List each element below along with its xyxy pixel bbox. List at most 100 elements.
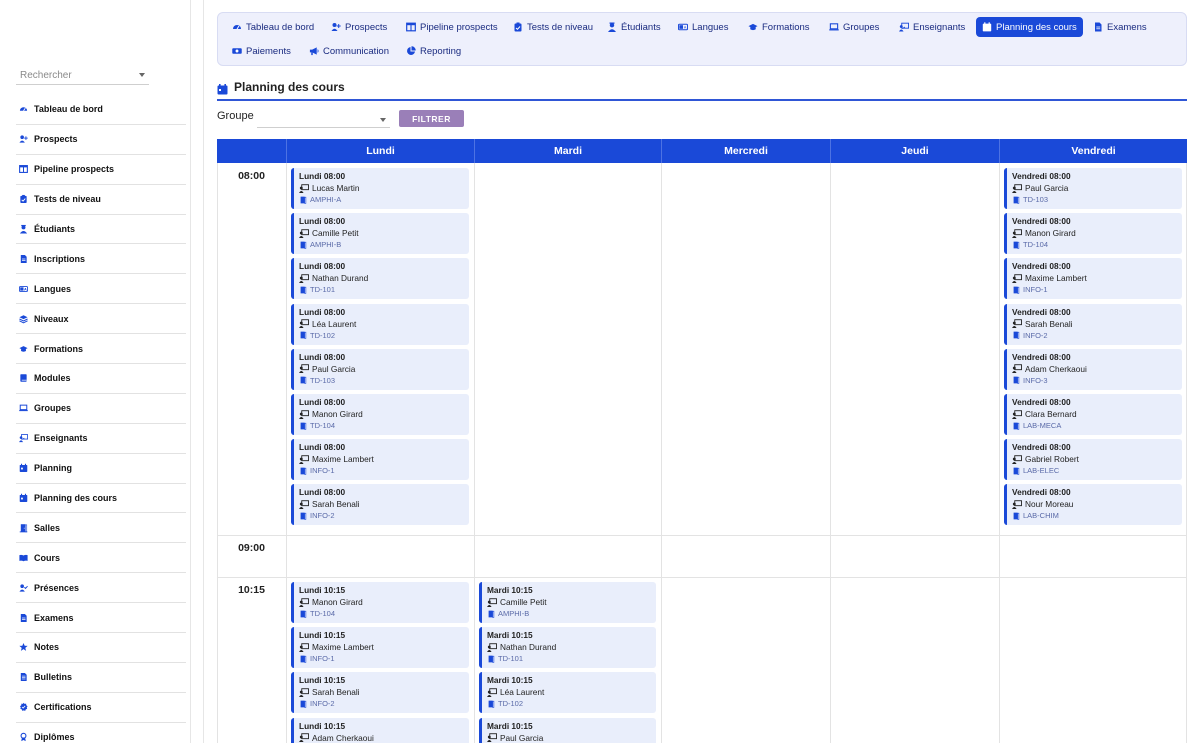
- open-book-icon: [19, 553, 28, 562]
- sidebar-item-niveaux[interactable]: Niveaux: [16, 304, 186, 335]
- megaphone-icon: [309, 46, 319, 56]
- sidebar-item-label: Examens: [34, 612, 74, 623]
- session-card[interactable]: Mardi 10:15 Camille Petit AMPHI-B: [479, 582, 656, 623]
- tab-etudiants[interactable]: Étudiants: [601, 17, 667, 37]
- tab-tableau-de-bord[interactable]: Tableau de bord: [226, 17, 320, 37]
- door-icon: [299, 467, 307, 475]
- session-card[interactable]: Vendredi 08:00 Adam Cherkaoui INFO-3: [1004, 348, 1182, 390]
- tab-examens[interactable]: Examens: [1087, 17, 1153, 37]
- group-select[interactable]: [257, 111, 390, 128]
- teacher-icon: [299, 319, 309, 329]
- session-card[interactable]: Vendredi 08:00 Sarah Benali INFO-2: [1004, 303, 1182, 345]
- sidebar-item-tests-de-niveau[interactable]: Tests de niveau: [16, 185, 186, 215]
- divider: [203, 0, 204, 743]
- session-card[interactable]: Vendredi 08:00 Manon Girard TD-104: [1004, 213, 1182, 255]
- session-title: Lundi 10:15: [299, 675, 346, 686]
- session-teacher: Maxime Lambert: [299, 641, 464, 653]
- schedule-header-row: Lundi Mardi Mercredi Jeudi Vendredi: [217, 139, 1187, 163]
- sidebar-item-prospects[interactable]: Prospects: [16, 125, 186, 155]
- grid-row-line: [217, 577, 1187, 578]
- session-title: Vendredi 08:00: [1012, 171, 1071, 181]
- tab-planning-des-cours[interactable]: Planning des cours: [976, 17, 1083, 37]
- teacher-icon: [299, 642, 309, 652]
- session-card[interactable]: Vendredi 08:00 Nour Moreau LAB-CHIM: [1004, 484, 1182, 526]
- session-room: INFO-1: [299, 465, 464, 476]
- session-room: TD-102: [299, 330, 464, 341]
- session-teacher: Camille Petit: [487, 596, 651, 608]
- sidebar-item-salles[interactable]: Salles: [16, 513, 186, 544]
- sidebar-item-examens[interactable]: Examens: [16, 603, 186, 634]
- sidebar-item-modules[interactable]: Modules: [16, 364, 186, 394]
- session-card[interactable]: Mardi 10:15 Nathan Durand TD-101: [479, 627, 656, 669]
- session-card[interactable]: Lundi 10:15 Maxime Lambert INFO-1: [291, 627, 469, 669]
- session-card[interactable]: Lundi 08:00 Léa Laurent TD-102: [291, 303, 469, 345]
- filter-button[interactable]: FILTRER: [399, 110, 464, 127]
- room-name: LAB-CHIM: [1023, 511, 1059, 521]
- door-icon: [1012, 331, 1020, 339]
- session-card[interactable]: Vendredi 08:00 Clara Bernard LAB-MECA: [1004, 394, 1182, 435]
- tab-langues[interactable]: A Langues: [672, 17, 734, 37]
- sidebar-item-langues[interactable]: A Langues: [16, 274, 186, 305]
- graduation-cap-icon: [19, 344, 28, 353]
- sidebar-item-label: Inscriptions: [34, 253, 86, 264]
- sidebar-item-certifications[interactable]: Certifications: [16, 693, 186, 723]
- session-card[interactable]: Vendredi 08:00 Gabriel Robert LAB-ELEC: [1004, 439, 1182, 481]
- door-icon: [487, 610, 495, 618]
- sidebar-search-select[interactable]: Rechercher: [16, 67, 149, 85]
- session-card[interactable]: Vendredi 08:00 Maxime Lambert INFO-1: [1004, 258, 1182, 300]
- sidebar-item-diplomes[interactable]: Diplômes: [16, 723, 186, 743]
- page-header: Planning des cours: [217, 80, 1187, 101]
- sidebar-item-groupes[interactable]: Groupes: [16, 394, 186, 424]
- sidebar-item-inscriptions[interactable]: Inscriptions: [16, 244, 186, 275]
- session-card[interactable]: Lundi 08:00 Camille Petit AMPHI-B: [291, 213, 469, 255]
- session-card[interactable]: Lundi 08:00 Nathan Durand TD-101: [291, 258, 469, 300]
- tab-pipeline-prospects[interactable]: Pipeline prospects: [400, 17, 504, 37]
- sidebar-item-pipeline-prospects[interactable]: Pipeline prospects: [16, 155, 186, 185]
- tab-paiements[interactable]: Paiements: [226, 41, 297, 61]
- tab-tests-de-niveau[interactable]: Tests de niveau: [507, 17, 599, 37]
- door-icon: [299, 241, 307, 249]
- file-icon: [1093, 22, 1103, 32]
- tab-prospects[interactable]: Prospects: [325, 17, 393, 37]
- session-card[interactable]: Lundi 08:00 Lucas Martin AMPHI-A: [291, 168, 469, 209]
- session-card[interactable]: Lundi 08:00 Maxime Lambert INFO-1: [291, 439, 469, 481]
- sidebar-item-label: Certifications: [34, 702, 92, 713]
- tab-reporting[interactable]: Reporting: [400, 41, 467, 61]
- session-card[interactable]: Vendredi 08:00 Paul Garcia TD-103: [1004, 168, 1182, 209]
- sidebar-item-label: Planning: [34, 463, 72, 474]
- tab-communication[interactable]: Communication: [303, 41, 395, 61]
- tab-groupes[interactable]: Groupes: [823, 17, 885, 37]
- tab-enseignants[interactable]: Enseignants: [893, 17, 971, 37]
- sidebar-item-bulletins[interactable]: Bulletins: [16, 663, 186, 693]
- session-card[interactable]: Lundi 08:00 Manon Girard TD-104: [291, 394, 469, 435]
- session-card[interactable]: Lundi 08:00 Sarah Benali INFO-2: [291, 484, 469, 526]
- sidebar-item-tableau-de-bord[interactable]: Tableau de bord: [16, 95, 186, 125]
- sidebar-item-planning[interactable]: Planning: [16, 454, 186, 484]
- sidebar-item-formations[interactable]: Formations: [16, 334, 186, 365]
- sidebar-item-planning-des-cours[interactable]: Planning des cours: [16, 484, 186, 514]
- sidebar-item-enseignants[interactable]: Enseignants: [16, 424, 186, 454]
- session-teacher: Paul Garcia: [299, 363, 464, 375]
- sidebar-item-presences[interactable]: Présences: [16, 573, 186, 604]
- session-title: Lundi 08:00: [299, 216, 346, 227]
- calendar-icon: [217, 82, 228, 95]
- session-card[interactable]: Mardi 10:15 Paul Garcia: [479, 717, 656, 743]
- teacher-icon: [1012, 409, 1022, 419]
- session-card[interactable]: Lundi 10:15 Manon Girard TD-104: [291, 582, 469, 623]
- session-card[interactable]: Lundi 10:15 Sarah Benali INFO-2: [291, 672, 469, 714]
- session-card[interactable]: Lundi 08:00 Paul Garcia TD-103: [291, 348, 469, 390]
- door-icon: [299, 196, 307, 204]
- sidebar-item-etudiants[interactable]: Étudiants: [16, 215, 186, 245]
- sidebar-item-cours[interactable]: Cours: [16, 543, 186, 574]
- sidebar-item-notes[interactable]: Notes: [16, 633, 186, 663]
- teacher-icon: [299, 409, 309, 419]
- tab-formations[interactable]: Formations: [742, 17, 816, 37]
- teacher-name: Manon Girard: [312, 597, 363, 607]
- session-title: Vendredi 08:00: [1012, 487, 1071, 498]
- tab-label: Étudiants: [621, 21, 661, 33]
- session-card[interactable]: Lundi 10:15 Adam Cherkaoui: [291, 717, 469, 743]
- file-icon: [19, 613, 28, 622]
- room-name: INFO-1: [1023, 285, 1048, 295]
- certificate-icon: [19, 703, 28, 712]
- session-card[interactable]: Mardi 10:15 Léa Laurent TD-102: [479, 672, 656, 714]
